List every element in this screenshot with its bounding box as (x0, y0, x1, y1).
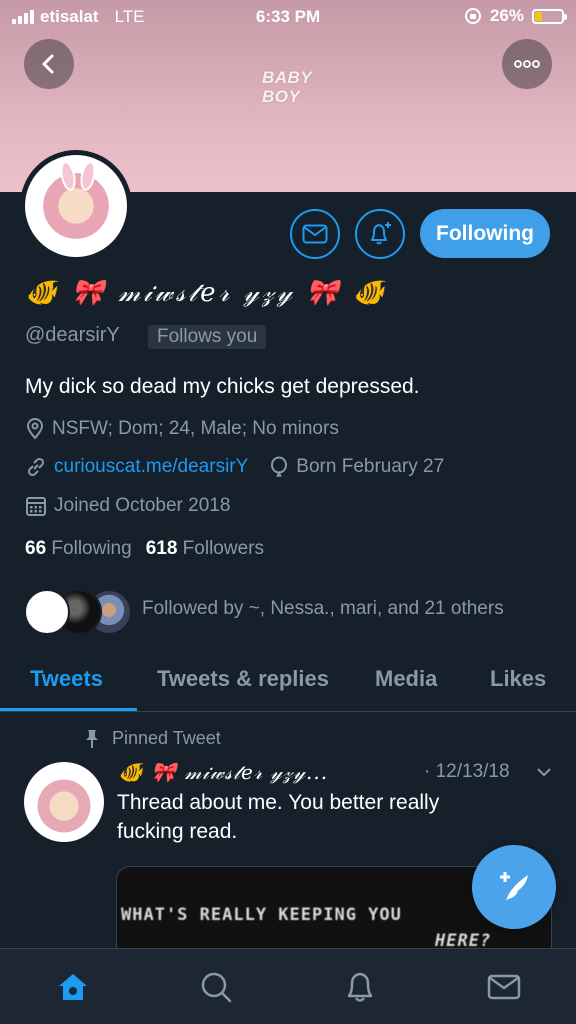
nav-search[interactable] (198, 969, 234, 1005)
follows-you-badge: Follows you (148, 325, 267, 349)
followers-label: Followers (182, 538, 264, 559)
feather-plus-icon (500, 872, 528, 901)
compose-tweet-button[interactable] (472, 845, 556, 929)
bottom-navigation (0, 948, 576, 1024)
bunny-ear-right (78, 159, 98, 193)
back-button[interactable] (24, 39, 74, 89)
followers-count: 618 (145, 538, 178, 559)
location-text: NSFW; Dom; 24, Male; No minors (52, 418, 339, 439)
following-button[interactable]: Following (420, 209, 550, 258)
notify-button[interactable] (355, 209, 405, 259)
birthday-text: Born February 27 (296, 456, 445, 477)
chevron-left-icon (42, 54, 54, 74)
orientation-lock-icon (464, 8, 481, 24)
pin-icon (86, 729, 98, 748)
search-icon (201, 972, 232, 1003)
followed-by-avatars[interactable] (24, 589, 132, 635)
tab-tweets-replies[interactable]: Tweets & replies (157, 666, 329, 692)
location-pin-icon (26, 418, 44, 440)
following-label: Following (51, 538, 132, 559)
following-count: 66 (25, 538, 47, 559)
nav-notifications[interactable] (342, 969, 378, 1005)
active-tab-indicator (0, 708, 137, 711)
joined-text: Joined October 2018 (54, 495, 231, 516)
bunny-ear-left (58, 159, 78, 193)
message-button[interactable] (290, 209, 340, 259)
pinned-label: Pinned Tweet (84, 728, 221, 749)
profile-handle: @dearsirY (25, 324, 120, 346)
joined-row: Joined October 2018 (25, 495, 230, 517)
envelope-icon (302, 224, 328, 244)
profile-bio: My dick so dead my chicks get depressed. (25, 375, 420, 398)
tweet-date: · 12/13/18 (424, 761, 510, 782)
website-link[interactable]: curiouscat.me/dearsirY (54, 456, 248, 478)
display-name: 🐠 🎀 𝓂𝒾𝓌𝓈𝓉𝑒𝓇 𝓎𝓏𝓎 🎀 🐠 (25, 278, 389, 308)
tweet-avatar[interactable] (24, 762, 104, 842)
profile-avatar[interactable] (20, 150, 132, 262)
balloon-icon (271, 456, 288, 477)
followed-by-text[interactable]: Followed by ~, Nessa., mari, and 21 othe… (142, 598, 504, 620)
bell-plus-icon (371, 222, 391, 245)
tab-tweets[interactable]: Tweets (30, 666, 103, 692)
tweet-text: Thread about me. You better really fucki… (117, 791, 440, 843)
status-bar: etisalat LTE 6:33 PM 26% (0, 0, 576, 34)
location-row: NSFW; Dom; 24, Male; No minors (25, 418, 339, 440)
bell-icon (347, 972, 373, 1002)
profile-tabs: Tweets Tweets & replies Media Likes (0, 646, 576, 712)
more-horizontal-icon (514, 60, 540, 68)
tab-likes[interactable]: Likes (490, 666, 546, 692)
home-icon (59, 974, 87, 1000)
more-button[interactable] (502, 39, 552, 89)
battery-percent: 26% (489, 6, 524, 25)
tab-media[interactable]: Media (375, 666, 437, 692)
chevron-down-icon[interactable] (536, 766, 552, 778)
avatar (24, 589, 70, 635)
nav-home[interactable] (55, 969, 91, 1005)
battery-fill (535, 11, 542, 21)
website-birthday-row: curiouscat.me/dearsirY Born February 27 (25, 456, 444, 478)
follow-stats: 66 Following 618 Followers (25, 538, 264, 560)
nav-messages[interactable] (486, 969, 522, 1005)
link-icon (27, 457, 45, 477)
envelope-icon (487, 974, 521, 1000)
following-stat[interactable]: 66 Following (25, 538, 132, 560)
tweet-author[interactable]: 🐠 🎀 𝓂𝒾𝓌𝓈𝓉𝑒𝓇 𝓎𝓏𝓎... (118, 760, 328, 784)
pinned-text: Pinned Tweet (112, 728, 221, 748)
banner-text: BABY BOY (262, 68, 312, 106)
status-right: 26% (464, 6, 567, 26)
followers-stat[interactable]: 618 Followers (146, 538, 264, 560)
calendar-icon (26, 497, 46, 516)
media-text-line1: WHAT'S REALLY KEEPING YOU (121, 905, 402, 925)
battery-icon (532, 8, 567, 24)
